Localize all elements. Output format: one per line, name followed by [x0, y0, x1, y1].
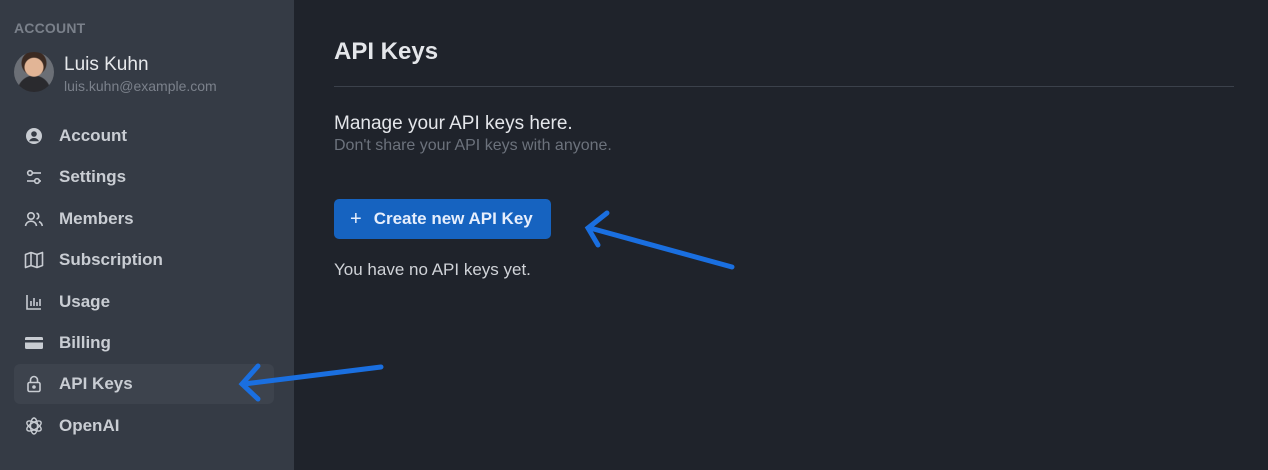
annotation-arrow-sidebar	[238, 363, 384, 402]
